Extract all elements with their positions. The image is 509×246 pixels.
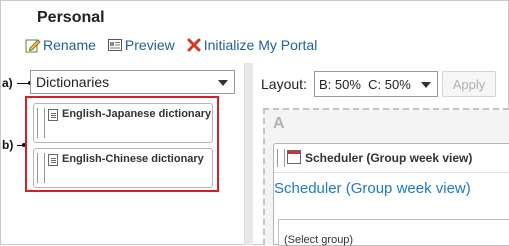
highlight-box (25, 96, 219, 192)
rename-button[interactable]: Rename (25, 37, 96, 53)
palette-category-value: Dictionaries (36, 74, 110, 90)
layout-select[interactable]: B: 50% C: 50% (314, 71, 438, 97)
edit-icon (25, 37, 41, 53)
rename-label: Rename (43, 37, 96, 53)
apply-button[interactable]: Apply (442, 71, 496, 97)
drag-handle-icon[interactable] (277, 149, 285, 167)
group-select[interactable]: (Select group) (284, 234, 353, 246)
preview-label: Preview (124, 37, 175, 53)
preview-button[interactable]: Preview (107, 37, 175, 53)
calendar-icon (287, 150, 301, 164)
area-letter: A (273, 115, 285, 132)
layout-label: Layout: (261, 76, 307, 92)
palette-category-select[interactable]: Dictionaries (30, 70, 235, 94)
portlet-header-title: Scheduler (Group week view) (305, 151, 473, 165)
portlet-header[interactable]: Scheduler (Group week view) (274, 144, 509, 173)
callout-a: a) (2, 76, 13, 90)
initialize-label: Initialize My Portal (203, 37, 318, 53)
portlet-scheduler: Scheduler (Group week view) Scheduler (G… (273, 143, 509, 246)
initialize-portal-button[interactable]: Initialize My Portal (186, 37, 318, 53)
preview-icon (107, 37, 123, 53)
column-divider (244, 63, 253, 245)
callout-b: b) (2, 138, 14, 152)
portlet-title-link[interactable]: Scheduler (Group week view) (274, 180, 471, 197)
close-x-icon (186, 37, 202, 53)
page-title: Personal (37, 9, 105, 26)
toolbar: Rename Preview Initialize My Portal (25, 36, 328, 54)
chevron-down-icon (421, 82, 431, 88)
layout-value: B: 50% C: 50% (319, 76, 411, 92)
chevron-down-icon (218, 80, 228, 86)
